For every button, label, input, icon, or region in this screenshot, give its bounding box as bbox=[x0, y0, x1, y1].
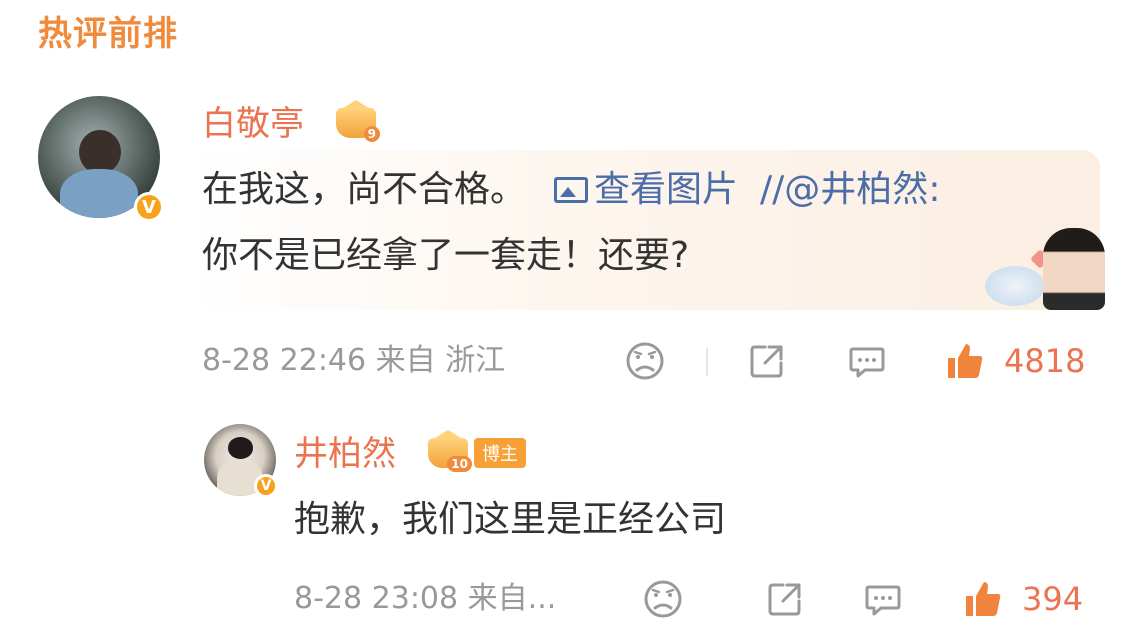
comment-timestamp: 8-28 22:46 来自 浙江 bbox=[202, 343, 506, 378]
divider bbox=[706, 348, 708, 376]
reply-meta-row: 8-28 23:08 来自... 394 bbox=[0, 574, 1125, 624]
mention-link[interactable]: @井柏然 bbox=[784, 169, 928, 210]
like-icon[interactable] bbox=[962, 578, 1004, 620]
avatar[interactable]: V bbox=[38, 96, 164, 222]
share-icon[interactable] bbox=[746, 340, 788, 382]
verified-badge-icon: V bbox=[134, 192, 164, 222]
mention-colon: : bbox=[928, 169, 941, 210]
comment-icon[interactable] bbox=[846, 340, 888, 382]
like-icon[interactable] bbox=[944, 340, 986, 382]
repost-prefix: // bbox=[760, 169, 785, 210]
reply-text: 抱歉，我们这里是正经公司 bbox=[294, 499, 727, 540]
bird-icon bbox=[985, 266, 1045, 306]
crown-level-icon: 10 bbox=[428, 430, 472, 472]
comment-text-line1: 在我这，尚不合格。 查看图片 //@井柏然: bbox=[202, 158, 940, 222]
like-count: 394 bbox=[1022, 580, 1084, 618]
crown-level-number: 10 bbox=[447, 456, 472, 472]
crown-level-icon: 9 bbox=[336, 100, 380, 142]
reply-timestamp: 8-28 23:08 来自... bbox=[294, 581, 557, 616]
image-icon bbox=[554, 177, 589, 203]
reply-avatar[interactable]: V bbox=[204, 424, 278, 498]
comment-decoration-sticker bbox=[985, 228, 1105, 310]
comment-username[interactable]: 白敬亭 bbox=[202, 96, 304, 145]
like-count: 4818 bbox=[1004, 342, 1086, 380]
comment-text-main: 在我这，尚不合格。 bbox=[202, 169, 527, 210]
comment-meta-row: 8-28 22:46 来自 浙江 4818 bbox=[0, 336, 1125, 386]
section-title: 热评前排 bbox=[38, 14, 178, 54]
dislike-icon[interactable] bbox=[642, 578, 684, 620]
comment-icon[interactable] bbox=[862, 578, 904, 620]
dislike-icon[interactable] bbox=[624, 340, 666, 382]
share-icon[interactable] bbox=[764, 578, 806, 620]
view-image-link[interactable]: 查看图片 bbox=[554, 169, 738, 210]
verified-badge-icon: V bbox=[254, 474, 278, 498]
comment-text-line2: 你不是已经拿了一套走！还要? bbox=[202, 235, 690, 276]
crown-level-number: 9 bbox=[363, 126, 380, 142]
reply-username[interactable]: 井柏然 bbox=[294, 426, 396, 475]
portrait-sticker-icon bbox=[1043, 228, 1105, 310]
blogger-tag: 博主 bbox=[474, 438, 526, 468]
